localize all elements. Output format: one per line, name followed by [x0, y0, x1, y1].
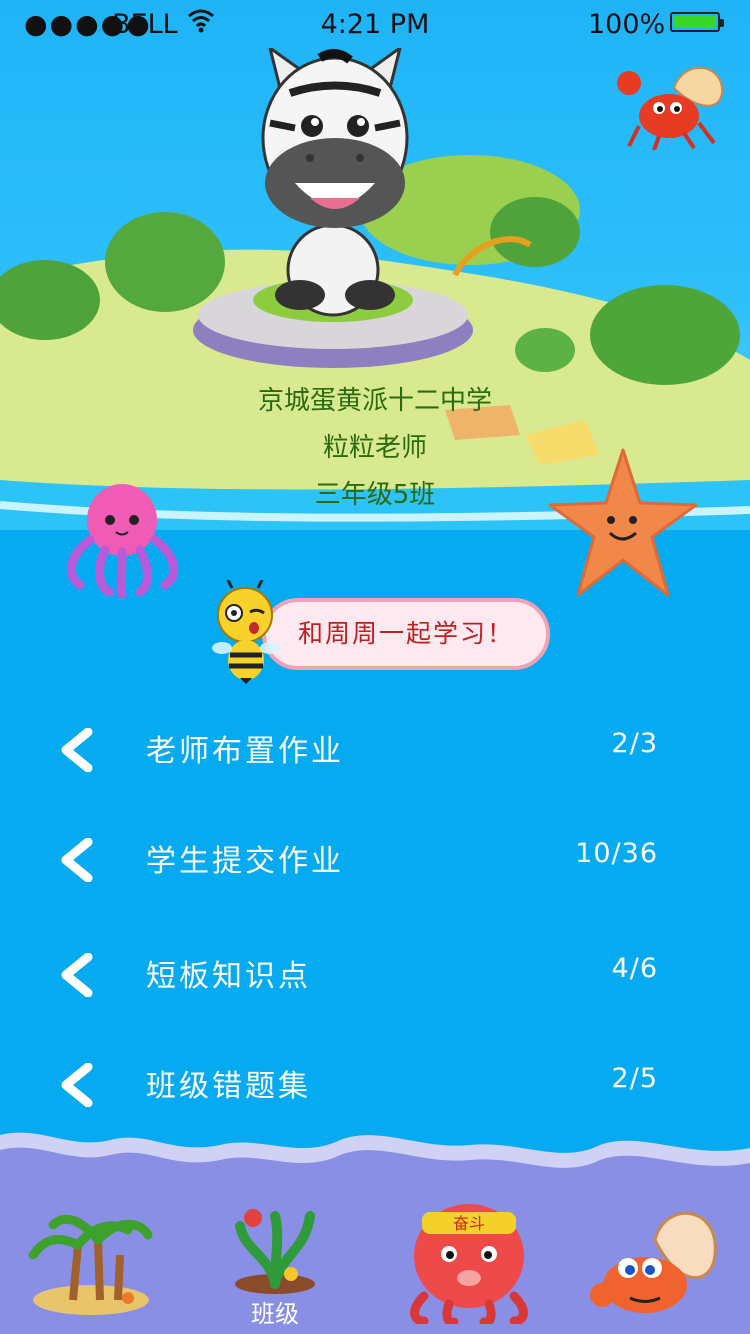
battery-icon [670, 12, 724, 32]
teacher-name: 粒粒老师 [322, 433, 427, 463]
menu-item-assigned-homework[interactable]: 老师布置作业 2/3 [0, 700, 750, 800]
bush-shape [590, 285, 740, 385]
status-bar: ●●●●● BELL 4:21 PM 100% [0, 0, 750, 46]
menu-item-count: 2/3 [611, 728, 658, 759]
chevron-left-icon [61, 838, 93, 882]
menu-item-label: 老师布置作业 [146, 734, 344, 769]
zebra-foot [345, 280, 395, 310]
speech-bubble: 和周周一起学习！ [262, 598, 550, 670]
chevron-left-icon [61, 728, 93, 772]
battery-percent: 100% [588, 9, 666, 40]
zebra-foot [275, 280, 325, 310]
octopus-fighter-icon[interactable]: 奋斗 [404, 1196, 534, 1324]
class-name: 三年级5班 [314, 480, 436, 510]
zebra-icon [261, 48, 409, 228]
battery-tip [720, 19, 724, 27]
bush-shape [515, 328, 575, 372]
menu-item-count: 2/5 [611, 1063, 658, 1094]
menu-item-label: 短板知识点 [146, 959, 311, 994]
headband-text: 奋斗 [453, 1214, 485, 1233]
menu-item-count: 10/36 [575, 838, 658, 869]
nav-item-class-label[interactable]: 班级 [230, 1294, 320, 1329]
bush-shape [105, 212, 225, 312]
menu-item-label: 学生提交作业 [146, 844, 344, 879]
coral-icon [235, 1209, 315, 1294]
menu-item-weak-points[interactable]: 短板知识点 4/6 [0, 925, 750, 1025]
palm-island-icon[interactable] [28, 1200, 154, 1318]
school-name: 京城蛋黄派十二中学 [257, 386, 492, 416]
chevron-left-icon [61, 953, 93, 997]
bee-icon [212, 580, 280, 684]
bush-shape [490, 197, 580, 267]
hermit-crab-icon[interactable] [590, 1200, 720, 1324]
battery-fill [674, 16, 716, 28]
starfish-icon [548, 448, 698, 597]
menu-item-submitted-homework[interactable]: 学生提交作业 10/36 [0, 810, 750, 910]
chevron-left-icon [61, 1063, 93, 1107]
menu-item-label: 班级错题集 [146, 1069, 311, 1104]
crab-icon [617, 66, 724, 150]
nav-item-class[interactable] [225, 1196, 325, 1296]
menu-item-count: 4/6 [611, 953, 658, 984]
